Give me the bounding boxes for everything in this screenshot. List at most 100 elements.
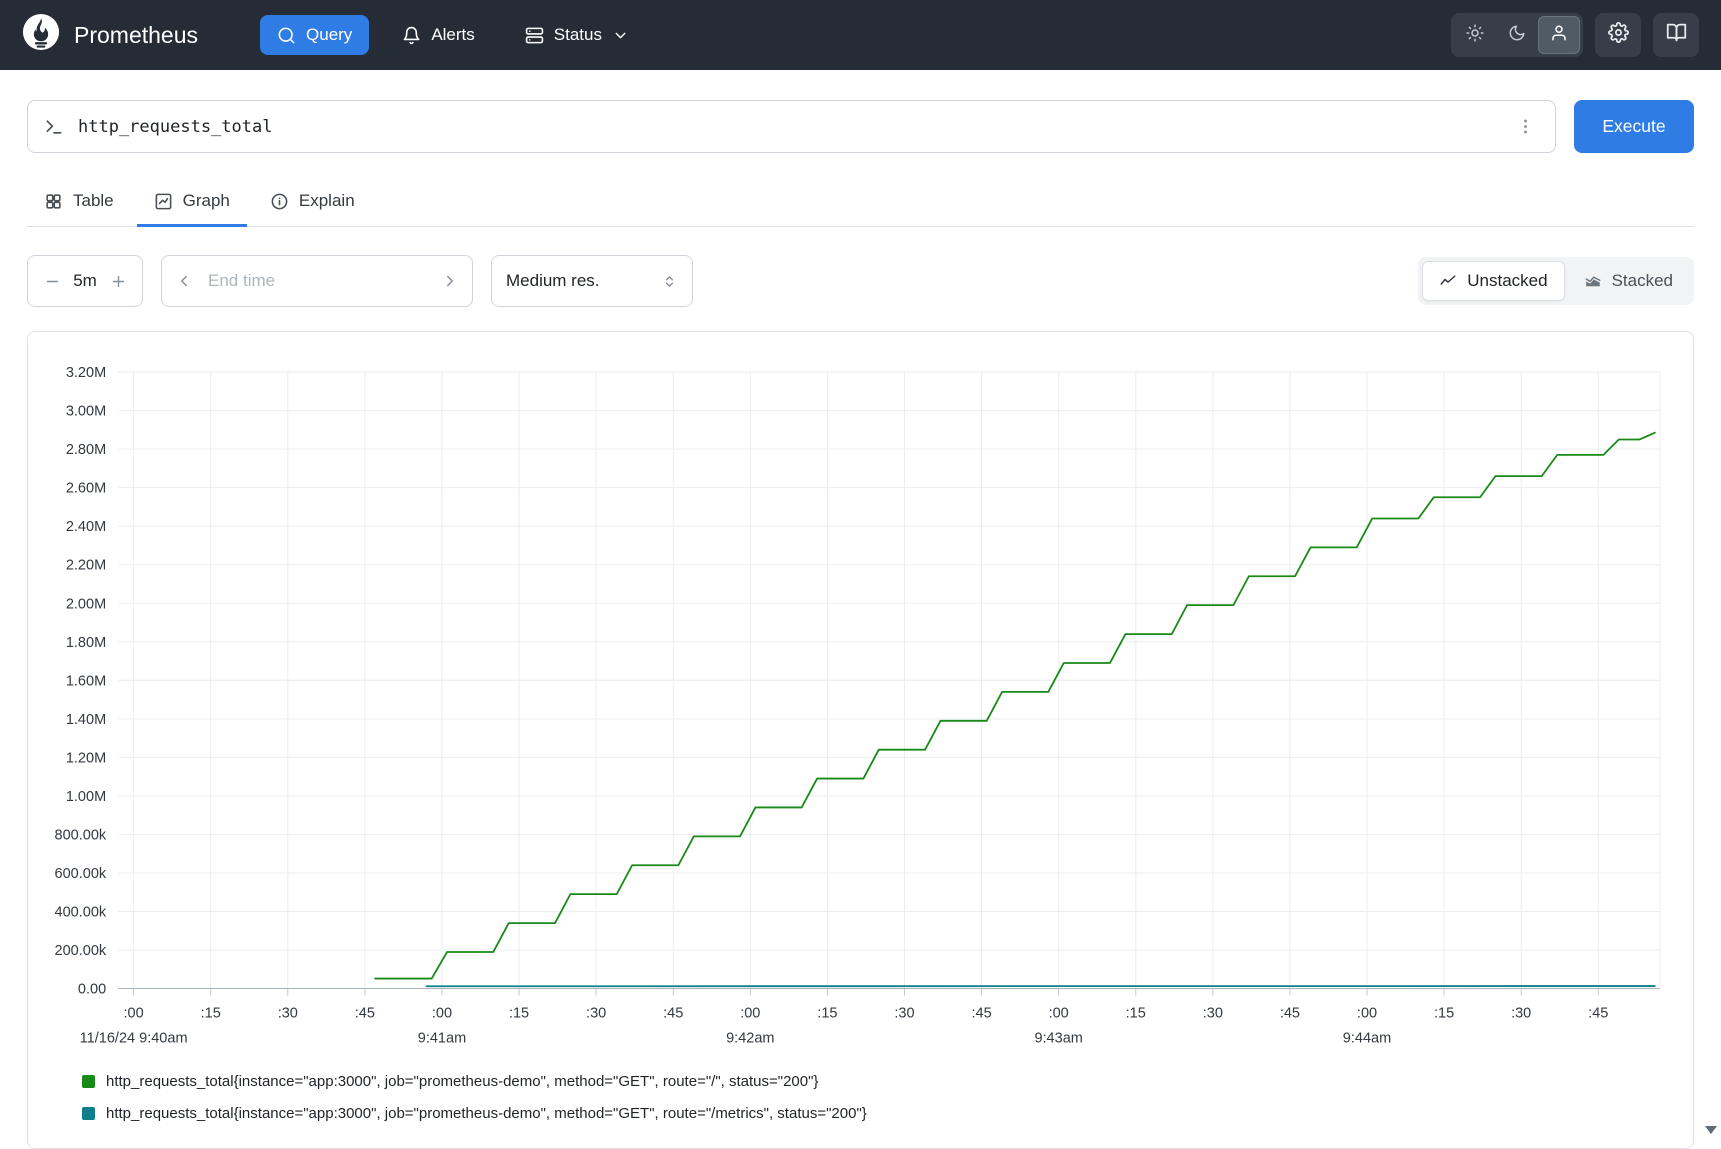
svg-text:200.00k: 200.00k <box>55 943 107 959</box>
svg-text::00: :00 <box>432 1006 452 1022</box>
range-input: 5m <box>27 255 143 307</box>
tab-table[interactable]: Table <box>27 179 131 227</box>
sun-icon <box>1466 24 1484 47</box>
navbar-actions <box>1451 13 1699 57</box>
legend-swatch <box>82 1107 95 1120</box>
unstacked-button[interactable]: Unstacked <box>1422 261 1564 301</box>
scrollbar-down-arrow[interactable] <box>1705 1126 1717 1134</box>
nav-alerts-label: Alerts <box>431 25 474 45</box>
tab-table-label: Table <box>73 191 114 211</box>
svg-text::15: :15 <box>201 1006 221 1022</box>
top-navbar: Prometheus Query Alerts Status <box>0 0 1721 70</box>
panel-tabs: Table Graph Explain <box>27 179 1694 227</box>
end-time-input[interactable] <box>206 270 428 292</box>
theme-auto-segment[interactable] <box>1538 16 1580 54</box>
table-icon <box>44 192 63 211</box>
legend-swatch <box>82 1075 95 1088</box>
svg-text:11/16/24 9:40am: 11/16/24 9:40am <box>80 1031 188 1047</box>
svg-text::45: :45 <box>1588 1006 1608 1022</box>
expression-input[interactable] <box>76 116 1500 138</box>
prometheus-logo-icon <box>22 13 60 57</box>
svg-text::45: :45 <box>971 1006 991 1022</box>
tab-explain[interactable]: Explain <box>253 179 372 227</box>
svg-text:1.00M: 1.00M <box>66 789 106 805</box>
svg-text:1.60M: 1.60M <box>66 673 106 689</box>
legend-item[interactable]: http_requests_total{instance="app:3000",… <box>82 1105 1679 1122</box>
gear-icon <box>1608 22 1629 48</box>
svg-text:2.60M: 2.60M <box>66 481 106 497</box>
theme-toggle-group <box>1451 13 1583 57</box>
svg-text::15: :15 <box>1434 1006 1454 1022</box>
resolution-select[interactable]: Medium res. <box>491 255 693 307</box>
svg-text:3.00M: 3.00M <box>66 404 106 420</box>
query-row: Execute <box>27 100 1694 153</box>
graph-panel: 0.00 200.00k 400.00k 600.00k 800.00k 1.00M 1.2… <box>27 331 1694 1149</box>
main-nav: Query Alerts Status <box>260 15 646 55</box>
theme-light-segment[interactable] <box>1454 16 1496 54</box>
range-increase-button[interactable] <box>100 256 136 306</box>
end-time-forward-button[interactable] <box>428 256 472 306</box>
svg-text:2.00M: 2.00M <box>66 596 106 612</box>
svg-text:9:43am: 9:43am <box>1034 1031 1082 1047</box>
terminal-prompt-icon <box>44 117 64 137</box>
svg-text::00: :00 <box>124 1006 144 1022</box>
bell-icon <box>402 26 421 45</box>
range-decrease-button[interactable] <box>34 256 70 306</box>
execute-button[interactable]: Execute <box>1574 100 1694 153</box>
chart-icon <box>154 192 173 211</box>
tab-graph-label: Graph <box>183 191 230 211</box>
svg-text:9:42am: 9:42am <box>726 1031 774 1047</box>
svg-text:600.00k: 600.00k <box>55 866 107 882</box>
svg-text:0.00: 0.00 <box>78 982 106 998</box>
book-icon <box>1666 22 1687 48</box>
tab-explain-label: Explain <box>299 191 355 211</box>
svg-text::45: :45 <box>355 1006 375 1022</box>
svg-text:2.80M: 2.80M <box>66 442 106 458</box>
svg-text:1.40M: 1.40M <box>66 712 106 728</box>
svg-text::00: :00 <box>1049 1006 1069 1022</box>
end-time-back-button[interactable] <box>162 256 206 306</box>
unstacked-label: Unstacked <box>1467 271 1547 291</box>
graph-canvas[interactable]: 0.00 200.00k 400.00k 600.00k 800.00k 1.00M 1.2… <box>38 346 1683 1054</box>
legend-label: http_requests_total{instance="app:3000",… <box>106 1073 818 1090</box>
docs-button[interactable] <box>1653 13 1699 57</box>
settings-button[interactable] <box>1595 13 1641 57</box>
selector-chevrons-icon <box>661 273 678 290</box>
brand-title: Prometheus <box>74 22 198 49</box>
tab-graph[interactable]: Graph <box>137 179 247 227</box>
nav-alerts-button[interactable]: Alerts <box>385 15 491 55</box>
svg-text::00: :00 <box>740 1006 760 1022</box>
nav-query-button[interactable]: Query <box>260 15 369 55</box>
svg-text:2.20M: 2.20M <box>66 558 106 574</box>
main-content: Execute Table Graph Explain 5m <box>0 100 1721 307</box>
legend-label: http_requests_total{instance="app:3000",… <box>106 1105 867 1122</box>
graph-controls: 5m Medium res. Uns <box>27 255 1694 307</box>
stacked-button[interactable]: Stacked <box>1567 261 1690 301</box>
info-icon <box>270 192 289 211</box>
svg-text:800.00k: 800.00k <box>55 827 107 843</box>
svg-text:1.20M: 1.20M <box>66 750 106 766</box>
stacked-area-icon <box>1584 272 1602 290</box>
user-icon <box>1550 24 1568 47</box>
brand[interactable]: Prometheus <box>22 13 198 57</box>
svg-text:9:41am: 9:41am <box>418 1031 466 1047</box>
svg-text::30: :30 <box>1203 1006 1223 1022</box>
server-stack-icon <box>525 26 544 45</box>
svg-text::30: :30 <box>1511 1006 1531 1022</box>
theme-dark-segment[interactable] <box>1496 16 1538 54</box>
nav-status-label: Status <box>554 25 602 45</box>
svg-text::45: :45 <box>663 1006 683 1022</box>
legend-item[interactable]: http_requests_total{instance="app:3000",… <box>82 1073 1679 1090</box>
graph-legend: http_requests_total{instance="app:3000",… <box>38 1059 1683 1128</box>
range-value[interactable]: 5m <box>70 271 100 291</box>
svg-text:400.00k: 400.00k <box>55 905 107 921</box>
expression-input-wrapper <box>27 100 1556 153</box>
line-chart-icon <box>1439 272 1457 290</box>
svg-text:2.40M: 2.40M <box>66 519 106 535</box>
kebab-menu-icon[interactable] <box>1512 113 1539 140</box>
stacked-label: Stacked <box>1612 271 1673 291</box>
svg-text::15: :15 <box>817 1006 837 1022</box>
nav-status-button[interactable]: Status <box>508 15 646 55</box>
svg-text::30: :30 <box>894 1006 914 1022</box>
svg-text::15: :15 <box>1126 1006 1146 1022</box>
